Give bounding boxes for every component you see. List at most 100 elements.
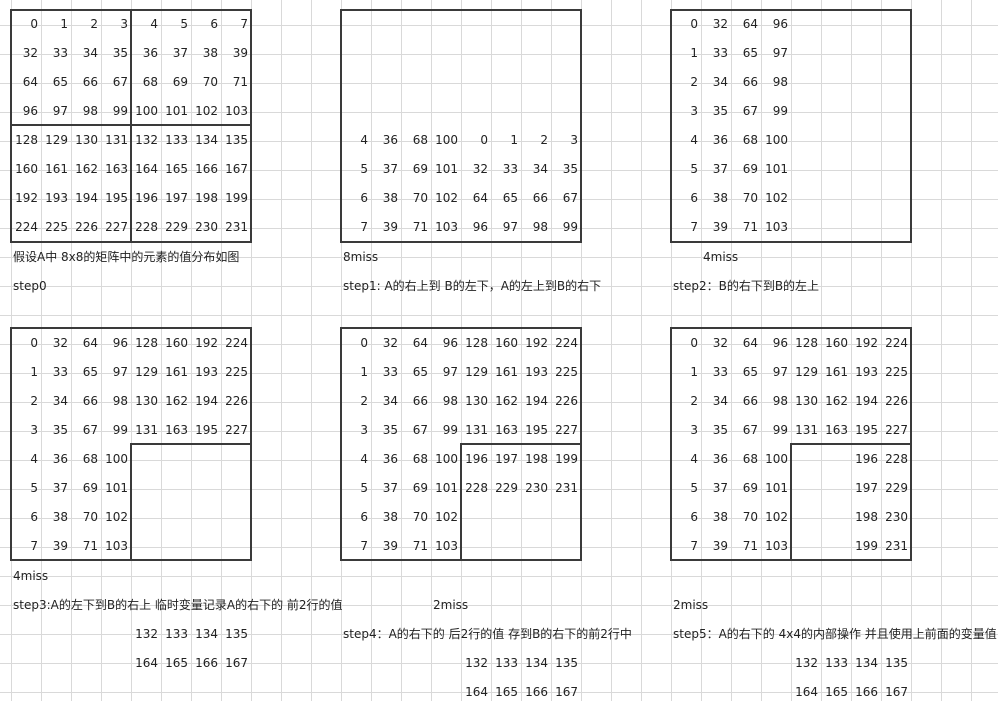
matrix-cell[interactable]: 71 bbox=[731, 532, 761, 561]
matrix-cell[interactable]: 65 bbox=[491, 184, 521, 213]
matrix-cell[interactable]: 3 bbox=[11, 416, 41, 445]
matrix-cell[interactable]: 160 bbox=[821, 329, 851, 358]
matrix-cell[interactable]: 33 bbox=[701, 358, 731, 387]
matrix-cell[interactable]: 68 bbox=[731, 126, 761, 155]
matrix-cell[interactable] bbox=[221, 445, 251, 474]
matrix-cell[interactable] bbox=[341, 68, 371, 97]
matrix-cell[interactable]: 33 bbox=[41, 358, 71, 387]
matrix-cell[interactable]: 100 bbox=[431, 126, 461, 155]
matrix-cell[interactable]: 4 bbox=[341, 126, 371, 155]
matrix-cell[interactable]: 6 bbox=[341, 503, 371, 532]
matrix-cell[interactable] bbox=[221, 474, 251, 503]
matrix-cell[interactable]: 197 bbox=[851, 474, 881, 503]
matrix-cell[interactable]: 196 bbox=[851, 445, 881, 474]
temp-value-cell[interactable]: 133 bbox=[491, 649, 521, 678]
matrix-cell[interactable]: 99 bbox=[101, 416, 131, 445]
matrix-cell[interactable]: 3 bbox=[551, 126, 581, 155]
matrix-cell[interactable]: 198 bbox=[851, 503, 881, 532]
matrix-cell[interactable] bbox=[401, 97, 431, 126]
matrix-cell[interactable]: 231 bbox=[881, 532, 911, 561]
matrix-cell[interactable]: 5 bbox=[161, 10, 191, 39]
matrix-cell[interactable]: 101 bbox=[431, 155, 461, 184]
matrix-cell[interactable]: 39 bbox=[701, 213, 731, 242]
matrix-cell[interactable]: 230 bbox=[881, 503, 911, 532]
matrix-cell[interactable]: 98 bbox=[761, 68, 791, 97]
matrix-cell[interactable]: 36 bbox=[131, 39, 161, 68]
matrix-cell[interactable]: 225 bbox=[551, 358, 581, 387]
matrix-cell[interactable]: 134 bbox=[191, 126, 221, 155]
matrix-cell[interactable]: 35 bbox=[41, 416, 71, 445]
matrix-cell[interactable]: 2 bbox=[11, 387, 41, 416]
matrix-cell[interactable]: 0 bbox=[11, 10, 41, 39]
matrix-cell[interactable]: 229 bbox=[161, 213, 191, 242]
matrix-cell[interactable]: 100 bbox=[761, 445, 791, 474]
matrix-cell[interactable]: 193 bbox=[191, 358, 221, 387]
matrix-cell[interactable]: 70 bbox=[401, 184, 431, 213]
matrix-cell[interactable]: 131 bbox=[131, 416, 161, 445]
matrix-cell[interactable]: 1 bbox=[491, 126, 521, 155]
matrix-cell[interactable] bbox=[461, 503, 491, 532]
matrix-cell[interactable]: 193 bbox=[851, 358, 881, 387]
matrix-cell[interactable] bbox=[161, 503, 191, 532]
matrix-cell[interactable]: 33 bbox=[41, 39, 71, 68]
matrix-cell[interactable] bbox=[341, 10, 371, 39]
matrix-cell[interactable] bbox=[851, 184, 881, 213]
matrix-cell[interactable] bbox=[791, 445, 821, 474]
matrix-cell[interactable] bbox=[461, 39, 491, 68]
matrix-cell[interactable] bbox=[851, 97, 881, 126]
matrix-cell[interactable]: 227 bbox=[101, 213, 131, 242]
matrix-cell[interactable]: 131 bbox=[101, 126, 131, 155]
matrix-cell[interactable] bbox=[521, 39, 551, 68]
matrix-cell[interactable] bbox=[881, 184, 911, 213]
matrix-cell[interactable]: 198 bbox=[191, 184, 221, 213]
matrix-cell[interactable] bbox=[791, 97, 821, 126]
matrix-cell[interactable]: 96 bbox=[461, 213, 491, 242]
matrix-cell[interactable]: 6 bbox=[11, 503, 41, 532]
matrix-cell[interactable]: 227 bbox=[221, 416, 251, 445]
matrix-cell[interactable]: 224 bbox=[221, 329, 251, 358]
matrix-cell[interactable]: 196 bbox=[131, 184, 161, 213]
matrix-cell[interactable] bbox=[821, 126, 851, 155]
matrix-cell[interactable]: 99 bbox=[761, 416, 791, 445]
matrix-cell[interactable] bbox=[881, 97, 911, 126]
matrix-cell[interactable]: 193 bbox=[41, 184, 71, 213]
matrix-cell[interactable]: 1 bbox=[341, 358, 371, 387]
matrix-cell[interactable]: 97 bbox=[761, 39, 791, 68]
matrix-cell[interactable]: 103 bbox=[761, 213, 791, 242]
temp-value-cell[interactable]: 135 bbox=[881, 649, 911, 678]
matrix-cell[interactable]: 37 bbox=[371, 474, 401, 503]
matrix-cell[interactable]: 67 bbox=[401, 416, 431, 445]
matrix-cell[interactable]: 226 bbox=[221, 387, 251, 416]
matrix-cell[interactable] bbox=[851, 39, 881, 68]
matrix-cell[interactable]: 39 bbox=[701, 532, 731, 561]
matrix-cell[interactable]: 6 bbox=[341, 184, 371, 213]
matrix-cell[interactable] bbox=[491, 503, 521, 532]
matrix-cell[interactable]: 198 bbox=[521, 445, 551, 474]
matrix-cell[interactable]: 163 bbox=[821, 416, 851, 445]
matrix-cell[interactable]: 4 bbox=[671, 445, 701, 474]
matrix-cell[interactable] bbox=[821, 503, 851, 532]
matrix-cell[interactable]: 227 bbox=[881, 416, 911, 445]
matrix-cell[interactable]: 2 bbox=[671, 68, 701, 97]
matrix-cell[interactable]: 36 bbox=[371, 445, 401, 474]
matrix-cell[interactable]: 33 bbox=[371, 358, 401, 387]
matrix-cell[interactable]: 192 bbox=[521, 329, 551, 358]
matrix-cell[interactable] bbox=[791, 126, 821, 155]
matrix-cell[interactable]: 67 bbox=[731, 97, 761, 126]
matrix-cell[interactable]: 130 bbox=[791, 387, 821, 416]
matrix-cell[interactable]: 2 bbox=[341, 387, 371, 416]
matrix-cell[interactable] bbox=[881, 213, 911, 242]
matrix-cell[interactable] bbox=[491, 10, 521, 39]
matrix-cell[interactable]: 98 bbox=[71, 97, 101, 126]
temp-value-cell[interactable]: 165 bbox=[491, 678, 521, 707]
matrix-cell[interactable]: 103 bbox=[431, 532, 461, 561]
matrix-cell[interactable]: 98 bbox=[761, 387, 791, 416]
matrix-cell[interactable]: 96 bbox=[761, 329, 791, 358]
matrix-cell[interactable] bbox=[821, 474, 851, 503]
matrix-cell[interactable]: 199 bbox=[221, 184, 251, 213]
matrix-cell[interactable]: 228 bbox=[131, 213, 161, 242]
matrix-cell[interactable]: 4 bbox=[11, 445, 41, 474]
matrix-cell[interactable]: 0 bbox=[671, 10, 701, 39]
matrix-cell[interactable]: 132 bbox=[131, 126, 161, 155]
matrix-cell[interactable]: 66 bbox=[521, 184, 551, 213]
